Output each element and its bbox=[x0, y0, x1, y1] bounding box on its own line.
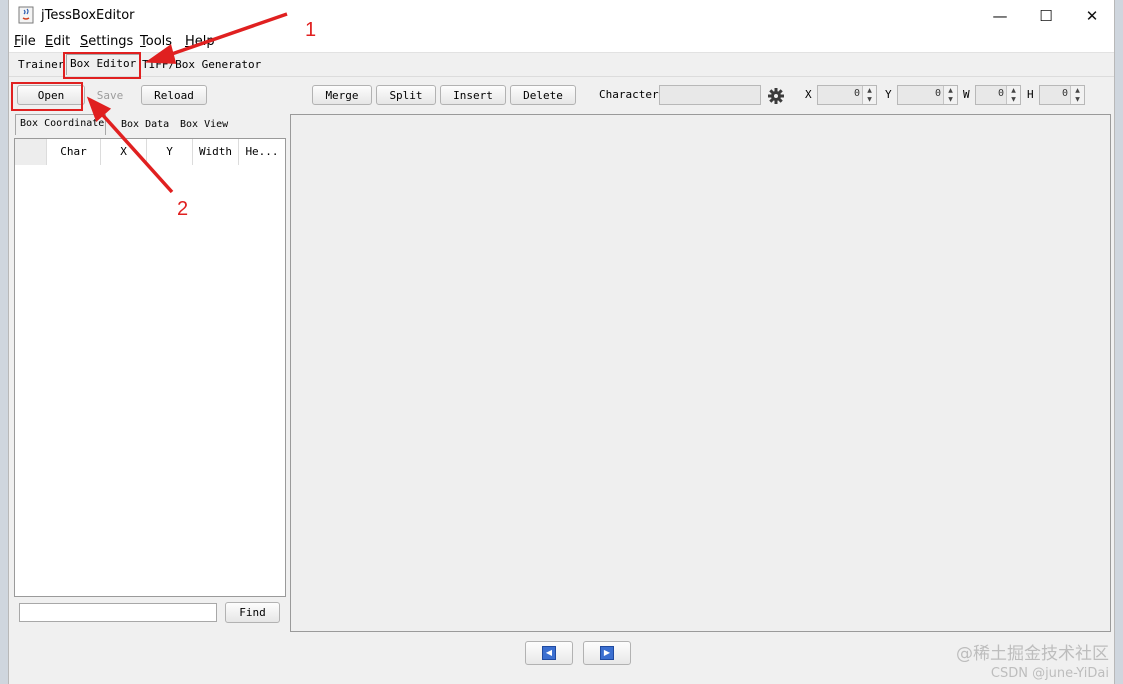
arrow-1-head bbox=[144, 44, 177, 64]
arrow-2-line bbox=[98, 110, 174, 194]
annotation-arrows bbox=[86, 12, 288, 194]
annotation-label-2: 2 bbox=[177, 198, 189, 220]
watermark-line-1: @稀土掘金技术社区 bbox=[956, 644, 1109, 664]
arrow-1-line bbox=[165, 12, 288, 58]
annotation-label-1: 1 bbox=[305, 19, 317, 41]
watermark-line-2: CSDN @june-YiDai bbox=[990, 666, 1109, 681]
